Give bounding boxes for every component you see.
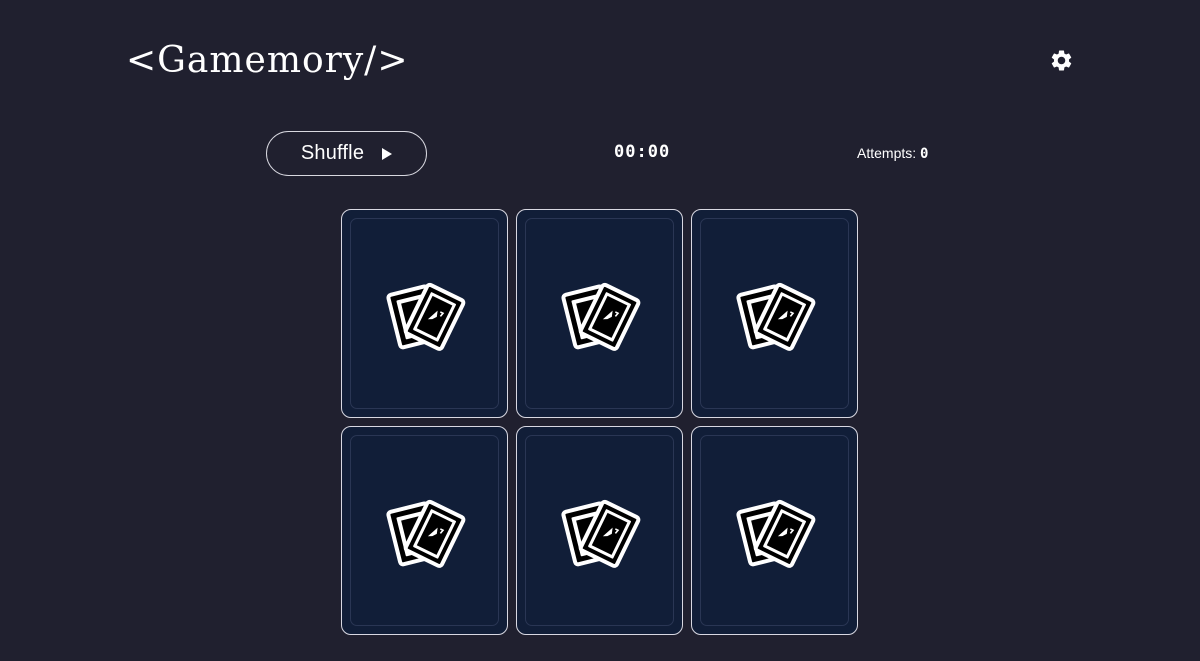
attempts-value: 0 bbox=[920, 146, 929, 162]
timer-display: 00:00 bbox=[614, 142, 671, 162]
cards-icon bbox=[560, 282, 640, 351]
game-page: <Gamemory/> Shuffle 00:00 Attempts: 0 bbox=[0, 0, 1200, 661]
shuffle-button[interactable]: Shuffle bbox=[266, 131, 427, 176]
cards-icon bbox=[735, 282, 815, 351]
memory-card-1[interactable] bbox=[341, 209, 508, 418]
cards-icon bbox=[735, 499, 815, 568]
memory-card-6[interactable] bbox=[691, 426, 858, 635]
memory-card-2[interactable] bbox=[516, 209, 683, 418]
attempts-label: Attempts: bbox=[857, 145, 917, 161]
memory-card-5[interactable] bbox=[516, 426, 683, 635]
card-grid bbox=[341, 209, 858, 635]
gear-icon bbox=[1051, 50, 1072, 71]
cards-icon bbox=[560, 499, 640, 568]
settings-button[interactable] bbox=[1049, 48, 1074, 73]
memory-card-4[interactable] bbox=[341, 426, 508, 635]
cards-icon bbox=[385, 282, 465, 351]
app-logo: <Gamemory/> bbox=[126, 40, 409, 81]
memory-card-3[interactable] bbox=[691, 209, 858, 418]
cards-icon bbox=[385, 499, 465, 568]
attempts-counter: Attempts: 0 bbox=[857, 145, 928, 162]
shuffle-button-label: Shuffle bbox=[300, 142, 365, 164]
play-icon bbox=[382, 148, 393, 160]
